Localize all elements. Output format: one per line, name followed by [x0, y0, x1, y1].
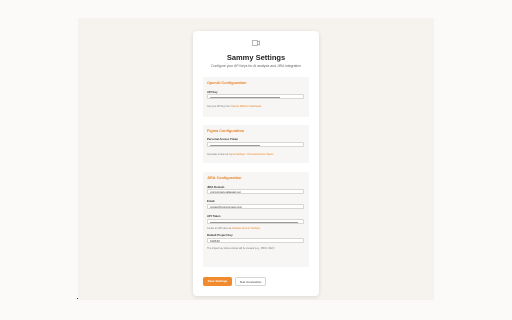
openai-help-text: Get your API key from OpenAI Platform Da… — [207, 105, 261, 108]
jira-domain-field[interactable]: yourcompany.atlassian.net — [207, 189, 304, 194]
save-settings-button[interactable]: Save Settings — [203, 277, 232, 286]
openai-help-prefix: Get your API key from — [207, 105, 232, 108]
atlassian-settings-link[interactable]: Atlassian Account Settings — [232, 227, 260, 230]
figma-help-prefix: Generate a token at — [207, 153, 229, 156]
jira-token-label: API Token — [207, 214, 221, 218]
figma-settings-link[interactable]: Figma Settings > Personal Access Tokens — [229, 153, 274, 156]
jira-token-help: Create an API token at Atlassian Account… — [207, 227, 260, 230]
figma-section: Figma Configuration Personal Access Toke… — [203, 125, 309, 163]
openai-section-title: OpenAI Configuration — [207, 81, 247, 85]
jira-project-field[interactable]: SCRUM — [207, 238, 304, 243]
stray-dot — [77, 298, 78, 299]
masked-value — [210, 222, 298, 223]
page-title: Sammy Settings — [226, 53, 286, 62]
figma-section-title: Figma Configuration — [207, 129, 245, 133]
sammy-logo-icon — [252, 40, 260, 46]
figma-token-label: Personal Access Token — [207, 137, 239, 141]
jira-project-label: Default Project Key — [207, 233, 233, 237]
figma-help-text: Generate a token at Figma Settings > Per… — [207, 153, 273, 156]
openai-section: OpenAI Configuration API Key Get your AP… — [203, 77, 309, 117]
figma-token-field[interactable] — [207, 142, 304, 147]
jira-project-help: The project key where stories will be cr… — [207, 247, 275, 250]
jira-section: JIRA Configuration JIRA Domain yourcompa… — [203, 172, 309, 267]
page-subtitle: Configure your API keys for AI analysis … — [211, 64, 301, 68]
jira-token-field[interactable] — [207, 219, 304, 224]
test-connection-button[interactable]: Test Connection — [235, 277, 266, 286]
openai-dashboard-link[interactable]: OpenAI Platform Dashboard — [231, 105, 261, 108]
settings-card: Sammy Settings Configure your API keys f… — [193, 31, 319, 296]
masked-value — [210, 97, 280, 98]
jira-token-help-prefix: Create an API token at — [207, 227, 232, 230]
masked-value — [210, 145, 260, 146]
jira-section-title: JIRA Configuration — [207, 176, 242, 180]
jira-email-label: Email — [207, 199, 215, 203]
jira-email-field[interactable]: contact@yourcompany.com — [207, 204, 304, 209]
openai-api-key-field[interactable] — [207, 94, 304, 99]
